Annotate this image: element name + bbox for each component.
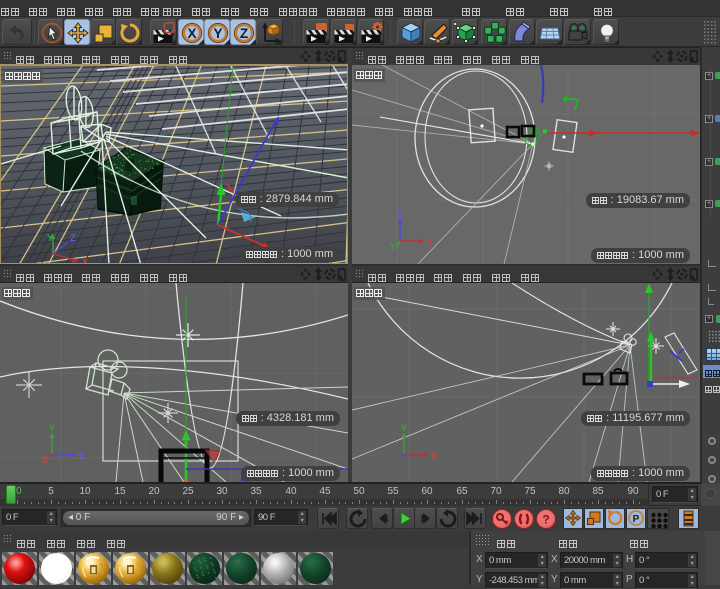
svg-text:X: X (42, 455, 48, 465)
svg-text:Z: Z (79, 451, 85, 461)
svg-text:X: X (431, 451, 437, 461)
svg-text:X: X (187, 26, 196, 41)
svg-text:Y: Y (390, 242, 396, 252)
svg-text:?: ? (542, 513, 549, 527)
svg-text:P: P (633, 514, 640, 525)
svg-text:X: X (427, 237, 433, 247)
svg-text:Z: Z (397, 209, 403, 219)
svg-text:Y: Y (401, 423, 407, 433)
svg-text:Y: Y (49, 423, 55, 433)
svg-text:X: X (82, 257, 88, 263)
svg-text:Y: Y (213, 26, 222, 41)
svg-text:Y: Y (47, 233, 53, 243)
svg-text:Z: Z (70, 233, 76, 243)
svg-text:Z: Z (240, 26, 248, 41)
